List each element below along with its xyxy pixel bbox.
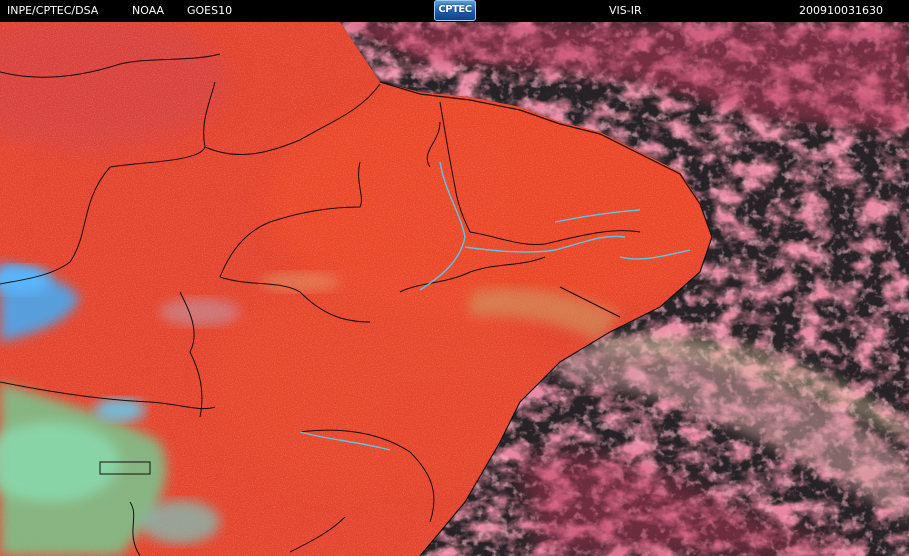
- timestamp-label: 200910031630: [799, 4, 883, 17]
- satellite-label: GOES10: [187, 4, 233, 17]
- source-label: NOAA: [132, 4, 165, 17]
- cptec-logo: CPTEC: [434, 0, 476, 21]
- agency-label: INPE/CPTEC/DSA: [7, 4, 99, 17]
- satellite-map: [0, 22, 909, 556]
- satellite-image-frame: INPE/CPTEC/DSA NOAA GOES10 CPTEC VIS-IR …: [0, 0, 909, 556]
- channel-label: VIS-IR: [609, 4, 642, 17]
- header-bar: INPE/CPTEC/DSA NOAA GOES10 CPTEC VIS-IR …: [0, 0, 909, 22]
- logo-text: CPTEC: [438, 4, 472, 15]
